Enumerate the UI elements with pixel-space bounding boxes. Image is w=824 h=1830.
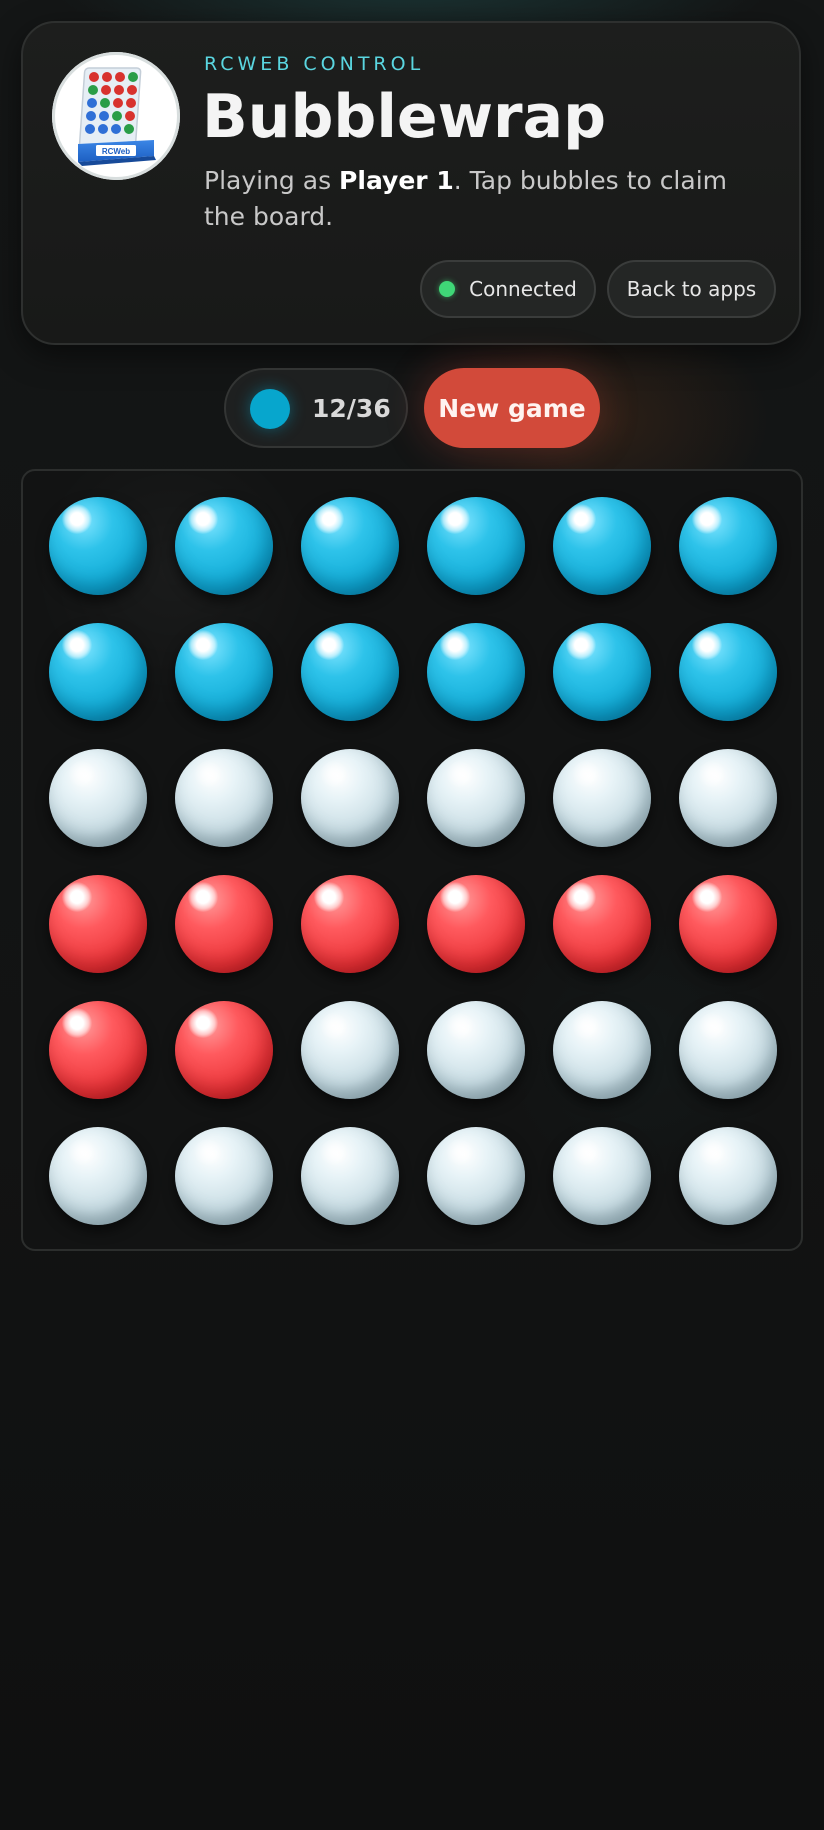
bubble-board — [21, 469, 803, 1251]
bubble-empty[interactable] — [553, 1001, 651, 1099]
bubble-empty[interactable] — [679, 749, 777, 847]
status-label: Connected — [469, 277, 577, 301]
bubble-empty[interactable] — [553, 749, 651, 847]
bubble-blue[interactable] — [427, 623, 525, 721]
back-to-apps-button[interactable]: Back to apps — [607, 260, 776, 318]
player-subtitle: Playing as Player 1. Tap bubbles to clai… — [204, 163, 764, 235]
bubble-empty[interactable] — [301, 1127, 399, 1225]
new-game-label: New game — [438, 393, 586, 423]
bubble-blue[interactable] — [427, 497, 525, 595]
bubble-blue[interactable] — [553, 623, 651, 721]
app-eyebrow: RCWEB CONTROL — [204, 53, 425, 75]
page-title: Bubblewrap — [202, 82, 607, 152]
bubble-blue[interactable] — [301, 497, 399, 595]
score-text: 12/36 — [312, 394, 391, 423]
bubble-blue[interactable] — [553, 497, 651, 595]
bubble-empty[interactable] — [49, 749, 147, 847]
bubble-red[interactable] — [301, 875, 399, 973]
new-game-button[interactable]: New game — [424, 368, 600, 448]
bubble-empty[interactable] — [49, 1127, 147, 1225]
bubble-empty[interactable] — [427, 1127, 525, 1225]
bubble-red[interactable] — [49, 875, 147, 973]
bubble-blue[interactable] — [175, 497, 273, 595]
bubble-red[interactable] — [175, 1001, 273, 1099]
bubble-red[interactable] — [175, 875, 273, 973]
bubblewrap-logo-icon: RCWeb — [78, 67, 156, 166]
back-to-apps-label: Back to apps — [626, 277, 757, 301]
connection-status-badge: Connected — [420, 260, 596, 318]
bubble-blue[interactable] — [679, 623, 777, 721]
bubble-empty[interactable] — [553, 1127, 651, 1225]
bubble-empty[interactable] — [301, 749, 399, 847]
bubble-red[interactable] — [49, 1001, 147, 1099]
bubble-red[interactable] — [427, 875, 525, 973]
bubble-red[interactable] — [553, 875, 651, 973]
bubble-red[interactable] — [679, 875, 777, 973]
app-logo: RCWeb — [52, 52, 180, 180]
header-card: RCWeb RCWEB CONTROL Bubblewrap Playing a… — [21, 21, 801, 345]
bubble-empty[interactable] — [427, 749, 525, 847]
bubble-empty[interactable] — [301, 1001, 399, 1099]
bubble-empty[interactable] — [175, 1127, 273, 1225]
bubble-empty[interactable] — [679, 1001, 777, 1099]
bubble-empty[interactable] — [679, 1127, 777, 1225]
bubble-blue[interactable] — [49, 623, 147, 721]
player-name: Player 1 — [339, 166, 454, 195]
bubble-blue[interactable] — [679, 497, 777, 595]
status-dot-icon — [439, 281, 456, 297]
bubble-blue[interactable] — [301, 623, 399, 721]
bubble-blue[interactable] — [175, 623, 273, 721]
bubble-empty[interactable] — [427, 1001, 525, 1099]
score-badge: 12/36 — [224, 368, 408, 448]
bubble-empty[interactable] — [175, 749, 273, 847]
player-color-icon — [250, 389, 290, 429]
bubble-blue[interactable] — [49, 497, 147, 595]
svg-text:RCWeb: RCWeb — [102, 147, 130, 156]
subtitle-prefix: Playing as — [204, 166, 340, 195]
